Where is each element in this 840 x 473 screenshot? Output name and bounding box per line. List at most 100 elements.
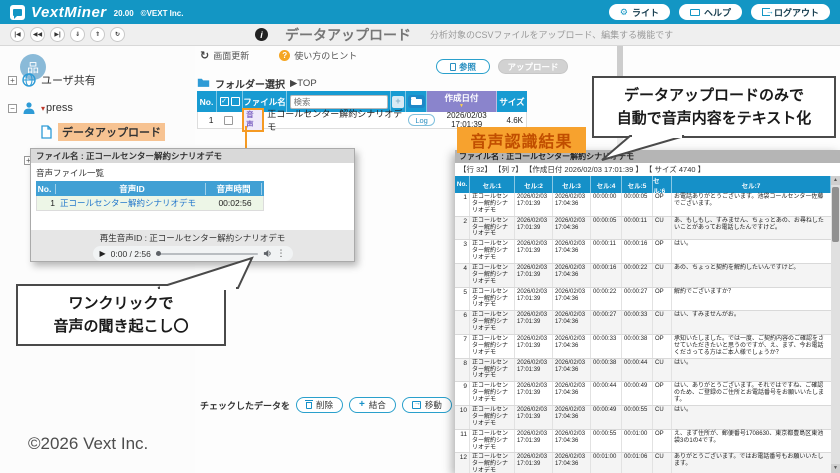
- cell-transcript: あ、もしもし、すみません、ちょっとあの、お尋ねしたいことがあってお電話したんです…: [672, 217, 831, 240]
- scroll-up-icon[interactable]: ▲: [831, 176, 840, 185]
- audio-row[interactable]: 1 正コールセンター解約シナリオデモ 00:02:56: [36, 196, 264, 211]
- uncheck-all-icon[interactable]: [231, 97, 240, 106]
- nav-first-icon[interactable]: |◀: [10, 27, 25, 42]
- document-icon: [40, 125, 53, 139]
- logout-icon: [762, 8, 770, 16]
- light-mode-label: ライト: [632, 6, 659, 19]
- cell-speaker: OP: [653, 288, 672, 311]
- cell-updated: 2026/02/03 17:04:36: [553, 382, 591, 405]
- merge-label: 結合: [369, 399, 386, 411]
- transcript-row[interactable]: 1 正コールセンター解約シナリオデモ 2026/02/03 17:01:39 2…: [455, 193, 831, 217]
- hint-button[interactable]: 使い方のヒント: [294, 49, 357, 62]
- transcript-row[interactable]: 11 正コールセンター解約シナリオデモ 2026/02/03 17:01:39 …: [455, 430, 831, 454]
- user-icon: [22, 101, 36, 115]
- transcript-row[interactable]: 4 正コールセンター解約シナリオデモ 2026/02/03 17:01:39 2…: [455, 264, 831, 288]
- transcript-row[interactable]: 3 正コールセンター解約シナリオデモ 2026/02/03 17:01:39 2…: [455, 240, 831, 264]
- player-menu-icon[interactable]: ⋮: [277, 248, 286, 259]
- audio-player-panel: ファイル名 : 正コールセンター解約シナリオデモ 音声ファイル一覧 No. 音声…: [30, 148, 355, 262]
- cell-speaker: OP: [653, 430, 672, 453]
- help-button[interactable]: ヘルプ: [679, 4, 742, 20]
- clear-search-icon[interactable]: +: [392, 96, 404, 108]
- file-name[interactable]: 正コールセンター解約シナリオデモ: [267, 107, 405, 133]
- question-icon: ?: [279, 50, 290, 61]
- browse-button[interactable]: 参照: [436, 59, 490, 74]
- cell-end-time: 00:00:38: [622, 335, 653, 358]
- delete-label: 削除: [316, 399, 333, 411]
- cell-file: 正コールセンター解約シナリオデモ: [470, 406, 515, 429]
- transcript-row[interactable]: 10 正コールセンター解約シナリオデモ 2026/02/03 17:01:39 …: [455, 406, 831, 430]
- col-cell3: セル:3: [553, 176, 591, 193]
- cell-transcript: 承知いたしました。では一度、ご契約内容のご確認をさせていただきたいと思うのですが…: [672, 335, 831, 358]
- row-number: 1: [198, 115, 216, 125]
- nav-prev-icon[interactable]: ◀◀: [30, 27, 45, 42]
- light-mode-button[interactable]: ⚙ ライト: [609, 4, 670, 20]
- user-shared-label: ユーザ共有: [41, 72, 96, 88]
- cell-start-time: 00:00:44: [591, 382, 622, 405]
- play-button[interactable]: ▶: [100, 250, 106, 258]
- row-checkbox[interactable]: [224, 116, 233, 125]
- trash-icon: [306, 402, 312, 409]
- transcript-row[interactable]: 12 正コールセンター解約シナリオデモ 2026/02/03 17:01:39 …: [455, 453, 831, 473]
- transcript-row[interactable]: 6 正コールセンター解約シナリオデモ 2026/02/03 17:01:39 2…: [455, 311, 831, 335]
- recognition-scrollbar[interactable]: ▲ ▼: [831, 176, 840, 473]
- transcript-row[interactable]: 9 正コールセンター解約シナリオデモ 2026/02/03 17:01:39 2…: [455, 382, 831, 406]
- nav-export-icon[interactable]: ⇓: [70, 27, 85, 42]
- nav-next-icon[interactable]: ▶|: [50, 27, 65, 42]
- page-title: データアップロード: [285, 25, 411, 45]
- merge-button[interactable]: + 結合: [349, 397, 396, 413]
- scroll-down-icon[interactable]: ▼: [831, 464, 840, 473]
- cell-file: 正コールセンター解約シナリオデモ: [470, 264, 515, 287]
- sidebar-item-press[interactable]: − ▾ press: [8, 100, 73, 116]
- audio-id-link[interactable]: 正コールセンター解約シナリオデモ: [57, 197, 207, 209]
- add-folder-button[interactable]: [408, 95, 425, 108]
- nav-import-icon[interactable]: ⇑: [90, 27, 105, 42]
- volume-icon[interactable]: [263, 245, 272, 263]
- file-table: No. ✓ ファイル名 + 作成日付 ▼ サイズ 1: [197, 91, 527, 129]
- cell-end-time: 00:01:00: [622, 430, 653, 453]
- cell-start-time: 00:00:38: [591, 359, 622, 382]
- col-created[interactable]: 作成日付 ▼: [427, 91, 497, 112]
- transcript-row[interactable]: 8 正コールセンター解約シナリオデモ 2026/02/03 17:01:39 2…: [455, 359, 831, 383]
- transcript-row[interactable]: 2 正コールセンター解約シナリオデモ 2026/02/03 17:01:39 2…: [455, 217, 831, 241]
- check-all-icon[interactable]: ✓: [220, 97, 229, 106]
- row-number: 11: [455, 430, 470, 453]
- delete-button[interactable]: 削除: [296, 397, 343, 413]
- cell-updated: 2026/02/03 17:04:36: [553, 264, 591, 287]
- cell-created: 2026/02/03 17:01:39: [515, 453, 553, 473]
- col-cell1: セル:1: [470, 176, 515, 193]
- sidebar-item-data-upload[interactable]: データアップロード: [40, 124, 165, 140]
- log-button[interactable]: Log: [408, 114, 435, 126]
- audio-file-table: No. 音声ID 音声時間 1 正コールセンター解約シナリオデモ 00:02:5…: [36, 181, 264, 211]
- sidebar-item-user-shared[interactable]: + ユーザ共有: [8, 72, 96, 88]
- transcript-row[interactable]: 5 正コールセンター解約シナリオデモ 2026/02/03 17:01:39 2…: [455, 288, 831, 312]
- scrollbar-thumb[interactable]: [832, 187, 839, 242]
- globe-icon: [22, 73, 36, 87]
- row-number: 5: [455, 288, 470, 311]
- cell-created: 2026/02/03 17:01:39: [515, 335, 553, 358]
- cell-start-time: 00:00:16: [591, 264, 622, 287]
- cell-updated: 2026/02/03 17:04:36: [553, 311, 591, 334]
- refresh-button[interactable]: 画面更新: [213, 49, 249, 62]
- row-number: 6: [455, 311, 470, 334]
- upload-button-disabled[interactable]: アップロード: [498, 59, 568, 74]
- transcript-row[interactable]: 7 正コールセンター解約シナリオデモ 2026/02/03 17:01:39 2…: [455, 335, 831, 359]
- cell-created: 2026/02/03 17:01:39: [515, 430, 553, 453]
- nav-reload-icon[interactable]: ↻: [110, 27, 125, 42]
- cell-start-time: 00:00:05: [591, 217, 622, 240]
- collapse-icon[interactable]: −: [8, 104, 17, 113]
- row-number: 10: [455, 406, 470, 429]
- expand-icon[interactable]: +: [8, 76, 17, 85]
- cell-created: 2026/02/03 17:01:39: [515, 288, 553, 311]
- vext-logo-icon: [10, 5, 25, 20]
- help-icon: [690, 9, 700, 16]
- caret-icon: ▾: [41, 104, 45, 113]
- gear-icon: ⚙: [620, 8, 628, 17]
- top-header-bar: VextMiner 20.00 ©VEXT Inc. ⚙ ライト ヘルプ ログア…: [0, 0, 840, 24]
- folder-path[interactable]: ▶TOP: [290, 78, 317, 89]
- cell-transcript: ありがとうございます。ではお電話番号もお願いいたします。: [672, 453, 831, 473]
- audio-table-body: 1 正コールセンター解約シナリオデモ 00:02:56: [36, 196, 264, 211]
- move-button[interactable]: 移動: [402, 397, 452, 413]
- logout-button[interactable]: ログアウト: [751, 4, 830, 20]
- help-label: ヘルプ: [704, 6, 731, 19]
- cell-file: 正コールセンター解約シナリオデモ: [470, 453, 515, 473]
